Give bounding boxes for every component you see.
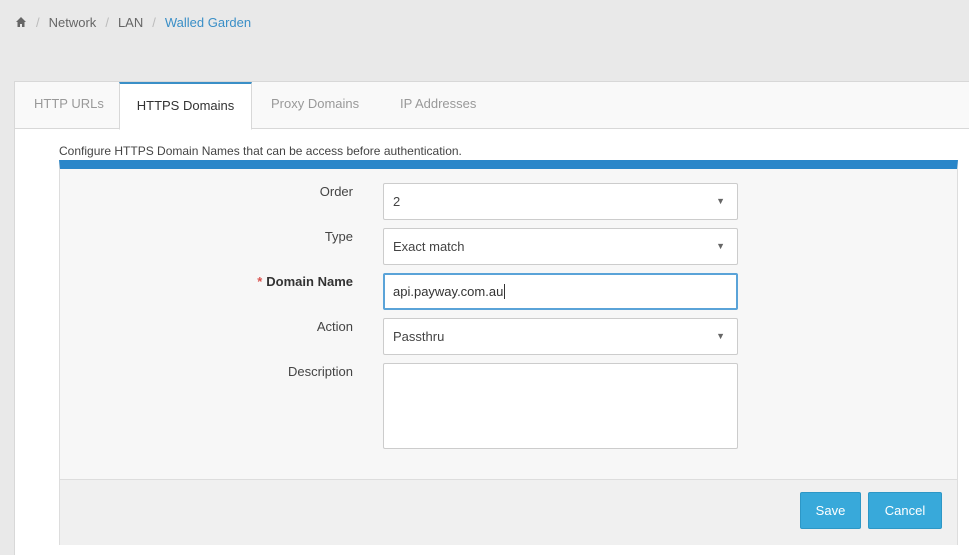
type-select[interactable]: Exact match ▼	[383, 228, 738, 265]
form-footer: Save Cancel	[60, 479, 957, 545]
chevron-down-icon: ▼	[716, 241, 725, 251]
required-marker: *	[257, 274, 263, 289]
chevron-down-icon: ▼	[716, 331, 725, 341]
breadcrumb-separator: /	[152, 14, 156, 30]
order-label: Order	[319, 184, 353, 199]
domain-name-value: api.payway.com.au	[393, 284, 504, 299]
cancel-button[interactable]: Cancel	[868, 492, 942, 529]
home-icon[interactable]	[15, 16, 27, 28]
breadcrumb: / Network / LAN / Walled Garden	[15, 13, 251, 31]
tab-ip-addresses[interactable]: IP Addresses	[381, 82, 495, 129]
type-label: Type	[324, 229, 353, 244]
breadcrumb-walled-garden[interactable]: Walled Garden	[165, 15, 251, 30]
save-button[interactable]: Save	[800, 492, 861, 529]
breadcrumb-separator: /	[105, 14, 109, 30]
breadcrumb-separator: /	[36, 14, 40, 30]
chevron-down-icon: ▼	[716, 196, 725, 206]
breadcrumb-lan[interactable]: LAN	[118, 15, 143, 30]
text-cursor	[504, 284, 506, 300]
tab-http-urls[interactable]: HTTP URLs	[15, 82, 123, 129]
domain-name-label: * Domain Name	[257, 274, 353, 289]
form-description: Configure HTTPS Domain Names that can be…	[59, 144, 462, 158]
tab-bar: HTTP URLs HTTPS Domains Proxy Domains IP…	[15, 82, 969, 130]
action-select[interactable]: Passthru ▼	[383, 318, 738, 355]
description-label: Description	[287, 364, 353, 379]
form-container: Order 2 ▼ Type Exact match ▼ * Domain Nam…	[59, 160, 958, 545]
description-textarea[interactable]	[383, 363, 738, 449]
tab-https-domains[interactable]: HTTPS Domains	[119, 82, 252, 130]
order-select[interactable]: 2 ▼	[383, 183, 738, 220]
action-value: Passthru	[393, 329, 445, 344]
action-label: Action	[316, 319, 353, 334]
order-value: 2	[393, 194, 401, 209]
main-panel: HTTP URLs HTTPS Domains Proxy Domains IP…	[14, 81, 969, 555]
type-value: Exact match	[393, 239, 465, 254]
domain-name-input[interactable]: api.payway.com.au	[383, 273, 738, 310]
tab-proxy-domains[interactable]: Proxy Domains	[252, 82, 378, 129]
breadcrumb-network[interactable]: Network	[49, 15, 97, 30]
